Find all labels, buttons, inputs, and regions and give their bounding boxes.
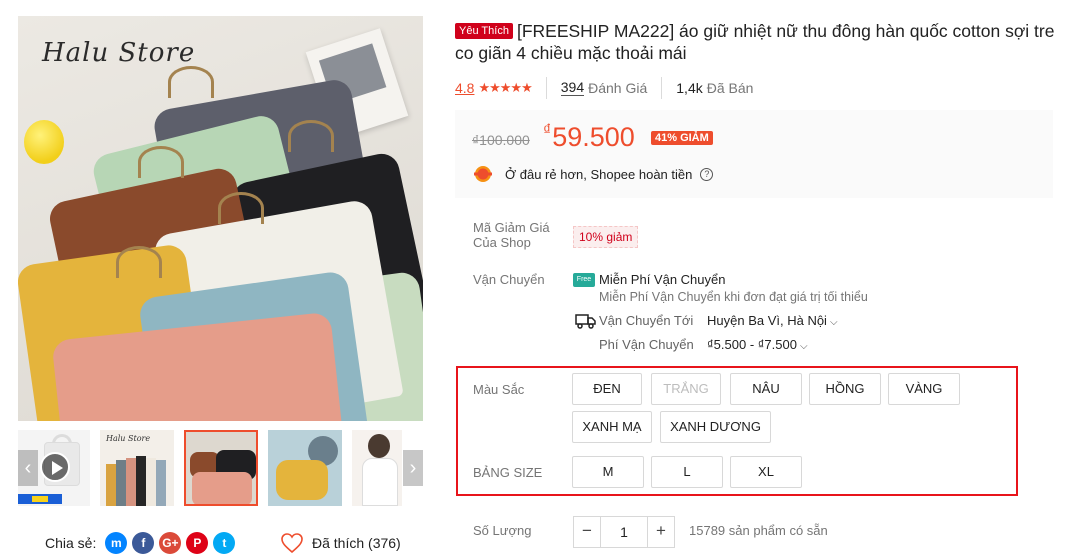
share-row: Chia sẻ: m f G+ P t xyxy=(45,531,236,555)
product-title-text: [FREESHIP MA222] áo giữ nhiệt nữ thu đôn… xyxy=(455,21,1055,63)
ship-to-label: Vận Chuyển Tới xyxy=(599,313,694,328)
free-shipping-title: Miễn Phí Vận Chuyển xyxy=(599,272,726,287)
chevron-down-icon: ⌵ xyxy=(799,341,808,352)
color-label: Màu Sắc xyxy=(473,382,525,397)
play-icon[interactable] xyxy=(40,452,70,482)
thumbnail-3[interactable] xyxy=(268,430,342,506)
price-guarantee-text: Ở đâu rẻ hơn, Shopee hoàn tiền xyxy=(505,166,693,182)
google-plus-icon[interactable]: G+ xyxy=(159,532,182,554)
chevron-right-icon[interactable]: › xyxy=(403,450,423,486)
quantity-input[interactable] xyxy=(600,517,648,547)
original-price: ₫100.000 xyxy=(472,132,530,148)
video-badge xyxy=(18,494,62,504)
color-option-xanh-ma[interactable]: XANH MẠ xyxy=(572,411,652,443)
thumbnail-1[interactable]: Halu Store xyxy=(100,430,174,506)
color-option-xanh-duong[interactable]: XANH DƯƠNG xyxy=(660,411,771,443)
price-guarantee: Ở đâu rẻ hơn, Shopee hoàn tiền ? xyxy=(473,164,714,184)
shipping-fee-label: Phí Vận Chuyển xyxy=(599,337,694,352)
preferred-badge: Yêu Thích xyxy=(455,23,513,39)
thumbnail-2-selected[interactable] xyxy=(184,430,258,506)
size-option-m[interactable]: M xyxy=(572,456,644,488)
reviews-label: Đánh Giá xyxy=(588,80,648,96)
color-option-den[interactable]: ĐEN xyxy=(572,373,642,405)
ship-to-select[interactable]: Huyện Ba Vì, Hà Nội ⌵ xyxy=(707,313,838,328)
color-option-vang[interactable]: VÀNG xyxy=(888,373,960,405)
quantity-label: Số Lượng xyxy=(473,523,532,538)
favorite-count: Đã thích (376) xyxy=(312,535,401,551)
color-option-trang[interactable]: TRẮNG xyxy=(651,373,721,405)
product-main-image[interactable]: Halu Store xyxy=(18,16,423,421)
pinterest-icon[interactable]: P xyxy=(186,532,209,554)
heart-icon xyxy=(281,533,303,554)
sold-label: Đã Bán xyxy=(706,80,754,96)
brand-watermark: Halu Store xyxy=(42,38,196,68)
voucher-tag[interactable]: 10% giảm xyxy=(573,226,639,248)
decor-lemon xyxy=(24,120,64,164)
messenger-icon[interactable]: m xyxy=(105,532,128,554)
help-icon[interactable]: ? xyxy=(700,167,714,181)
sale-price: ₫59.500 xyxy=(543,122,635,152)
favorite-button[interactable]: Đã thích (376) xyxy=(280,531,401,555)
chevron-left-icon[interactable]: ‹ xyxy=(18,450,38,486)
color-option-hong[interactable]: HỒNG xyxy=(809,373,881,405)
rating-value[interactable]: 4.8 xyxy=(455,80,474,96)
facebook-icon[interactable]: f xyxy=(132,532,155,554)
sold-count: 1,4k xyxy=(676,80,703,96)
shipping-fee-select[interactable]: ₫5.500 - ₫7.500 ⌵ xyxy=(707,337,808,352)
thumbnail-strip: Halu Store ‹ › xyxy=(18,430,423,506)
color-option-nau[interactable]: NÂU xyxy=(730,373,802,405)
stock-count: 15789 sản phẩm có sẵn xyxy=(689,523,828,538)
discount-badge: 41% GIẢM xyxy=(651,131,713,145)
free-shipping-icon: Free xyxy=(573,273,595,287)
chevron-down-icon: ⌵ xyxy=(829,317,838,328)
size-label: BẢNG SIZE xyxy=(473,465,543,480)
size-option-l[interactable]: L xyxy=(651,456,723,488)
reviews-count[interactable]: 394 xyxy=(560,80,585,96)
product-title: Yêu Thích [FREESHIP MA222] áo giữ nhiệt n… xyxy=(455,20,1065,64)
price-box: ₫100.000 ₫59.500 41% GIẢM Ở đâu rẻ hơn, … xyxy=(455,110,1053,198)
size-option-xl[interactable]: XL xyxy=(730,456,802,488)
decrease-button[interactable]: − xyxy=(574,517,600,547)
voucher-label: Mã Giảm Giá Của Shop xyxy=(473,220,550,250)
thumbnail-brand: Halu Store xyxy=(106,434,151,443)
star-rating-icon: ★★★★★ xyxy=(478,80,532,95)
rating-row: 4.8 ★★★★★ 394 Đánh Giá 1,4k Đã Bán xyxy=(455,77,754,99)
free-shipping-subtitle: Miễn Phí Vận Chuyển khi đơn đạt giá trị … xyxy=(599,290,868,304)
twitter-icon[interactable]: t xyxy=(213,532,236,554)
thumbnail-4[interactable] xyxy=(352,430,402,506)
share-label: Chia sẻ: xyxy=(45,535,97,551)
price-guarantee-icon xyxy=(474,166,492,182)
increase-button[interactable]: + xyxy=(648,517,674,547)
truck-icon xyxy=(575,314,596,329)
shipping-label: Vận Chuyển xyxy=(473,272,545,287)
quantity-stepper: − + xyxy=(573,516,675,548)
